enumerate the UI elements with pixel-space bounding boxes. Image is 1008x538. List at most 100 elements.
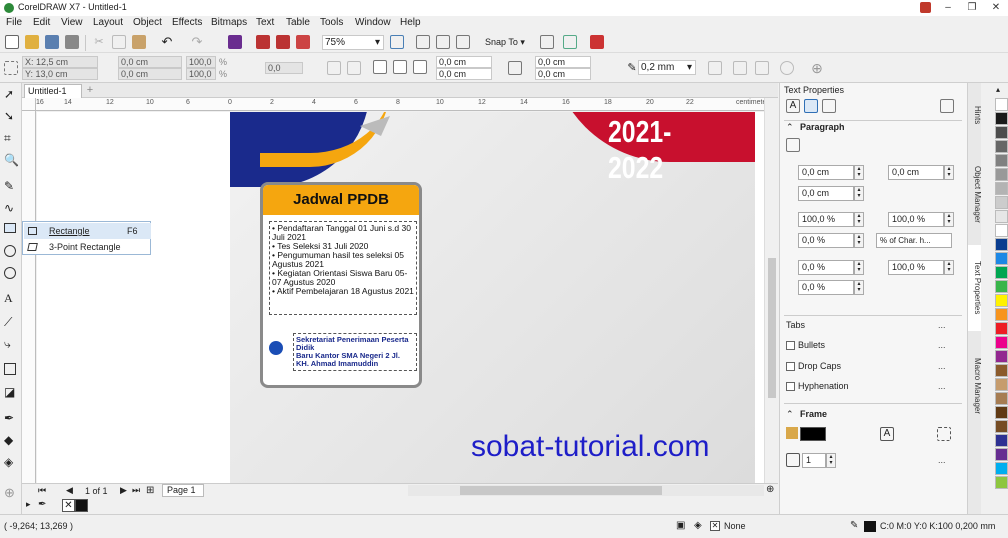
indent-spinner[interactable]: ▴ ▾ [944, 165, 954, 180]
drawing-canvas[interactable]: 2021-2022 Jadwal PPDB • Pendaftaran Tang… [37, 112, 764, 483]
vertical-ruler[interactable] [22, 111, 36, 483]
mirror-horizontal-icon[interactable] [327, 61, 341, 75]
char-spinner[interactable]: ▴ ▾ [944, 260, 954, 275]
export-icon[interactable] [276, 35, 290, 49]
vertical-scroll-thumb[interactable] [768, 258, 776, 398]
spacing-spinner[interactable]: ▴ ▾ [944, 212, 954, 227]
color-swatch[interactable] [995, 168, 1008, 181]
color-swatch[interactable] [995, 378, 1008, 391]
align-center-icon[interactable] [813, 138, 827, 152]
bullets-more-icon[interactable]: ... [938, 340, 946, 350]
panel-option-icon[interactable] [940, 99, 954, 113]
outline-pen-status-icon[interactable]: ✎ [850, 520, 858, 531]
paint-bucket-icon[interactable]: ◈ [694, 520, 702, 531]
scalloped-corner-icon[interactable] [393, 60, 407, 74]
connector-tool-icon[interactable]: ⤷ [4, 337, 18, 351]
eyedropper-small-icon[interactable]: ✒ [38, 499, 46, 510]
new-tab-icon[interactable]: + [84, 84, 96, 96]
cut-icon[interactable]: ✂ [92, 35, 106, 49]
color-swatch[interactable] [995, 364, 1008, 377]
frame-resize-icon[interactable] [937, 427, 951, 441]
corner-radius-top-left[interactable]: 0,0 cm [436, 56, 492, 68]
drop-shadow-icon[interactable] [4, 363, 16, 375]
docker-tab-hints[interactable]: Hints [968, 87, 982, 143]
to-front-icon[interactable] [733, 61, 747, 75]
parallel-dimension-icon[interactable]: ⟋ [4, 315, 18, 329]
freehand-tool-icon[interactable]: ✎ [4, 179, 18, 193]
add-icon[interactable]: ⊕ [810, 61, 824, 75]
search-content-icon[interactable] [228, 35, 242, 49]
poster-page[interactable]: 2021-2022 Jadwal PPDB • Pendaftaran Tang… [230, 112, 755, 483]
color-swatch[interactable] [995, 154, 1008, 167]
frame-collapse-icon[interactable]: ⌃ [786, 409, 794, 420]
polygon-tool-icon[interactable] [4, 267, 16, 279]
user-icon[interactable] [920, 2, 931, 13]
wrap-text-icon[interactable] [708, 61, 722, 75]
transparency-tool-icon[interactable]: ◪ [4, 385, 18, 399]
menu-bitmaps[interactable]: Bitmaps [211, 17, 247, 28]
indent-spinner[interactable]: ▴ ▾ [854, 186, 864, 201]
before-paragraph-spacing[interactable]: 100,0 % [798, 212, 854, 227]
prev-page-icon[interactable]: ◀ [66, 485, 73, 496]
menu-view[interactable]: View [61, 17, 83, 28]
menu-object[interactable]: Object [133, 17, 162, 28]
flyout-item-rectangle[interactable]: Rectangle F6 [24, 223, 151, 239]
close-button[interactable]: ✕ [984, 0, 1008, 16]
frame-tab-icon[interactable] [822, 99, 836, 113]
scale-height-field[interactable]: 100,0 [186, 68, 216, 80]
spacing-spinner[interactable]: ▴ ▾ [854, 212, 864, 227]
lock-corners-icon[interactable] [508, 61, 522, 75]
menu-edit[interactable]: Edit [33, 17, 50, 28]
frame-more-icon[interactable]: ... [938, 455, 946, 465]
paste-icon[interactable] [132, 35, 146, 49]
scale-width-field[interactable]: 100,0 [186, 56, 216, 68]
menu-text[interactable]: Text [256, 17, 274, 28]
width-field[interactable]: 0,0 cm [118, 56, 182, 68]
color-swatch[interactable] [995, 350, 1008, 363]
character-tab-icon[interactable]: A [786, 99, 800, 113]
paragraph-tab-icon[interactable] [804, 99, 818, 113]
document-tab[interactable]: Untitled-1 [24, 84, 82, 98]
first-page-icon[interactable]: ⏮ [38, 485, 46, 496]
schedule-card[interactable]: Jadwal PPDB • Pendaftaran Tanggal 01 Jun… [260, 182, 422, 388]
no-color-swatch[interactable]: ✕ [62, 499, 75, 512]
last-page-icon[interactable]: ⏭ [132, 485, 140, 496]
docker-tab-object-manager[interactable]: Object Manager [968, 149, 982, 239]
color-swatch[interactable] [995, 336, 1008, 349]
color-swatch[interactable] [995, 476, 1008, 489]
import-icon[interactable] [256, 35, 270, 49]
first-line-indent-field[interactable]: 0,0 cm [798, 165, 854, 180]
justify-full-icon[interactable] [863, 138, 877, 152]
print-icon[interactable] [65, 35, 79, 49]
after-paragraph-spacing[interactable]: 0,0 % [798, 233, 854, 248]
round-corner-icon[interactable] [373, 60, 387, 74]
new-document-icon[interactable] [5, 35, 19, 49]
rotation-angle-field[interactable]: 0,0 [265, 62, 303, 74]
menu-help[interactable]: Help [400, 17, 421, 28]
outline-color-swatch[interactable] [864, 521, 876, 532]
zoom-icon[interactable]: ⊕ [766, 484, 774, 495]
color-swatch[interactable] [995, 98, 1008, 111]
rectangle-tool-icon[interactable] [4, 223, 16, 233]
spacing-unit-select[interactable]: % of Char. h... [876, 233, 952, 248]
left-indent-field[interactable]: 0,0 cm [798, 186, 854, 201]
color-swatch[interactable] [995, 392, 1008, 405]
columns-field[interactable]: 1 [802, 453, 826, 468]
minimize-button[interactable]: – [936, 0, 960, 16]
horizontal-ruler[interactable]: 16 14 12 10 6 0 2 4 6 8 10 12 14 16 18 2… [36, 98, 772, 111]
columns-spinner[interactable]: ▴ ▾ [826, 453, 836, 468]
tabs-more-icon[interactable]: ... [938, 320, 946, 330]
pick-tool-icon[interactable]: ➚ [4, 87, 18, 101]
tabs-label[interactable]: Tabs [786, 320, 805, 330]
save-icon[interactable] [45, 35, 59, 49]
y-position-field[interactable]: Y: 13,0 cm [22, 68, 98, 80]
publish-pdf-icon[interactable] [296, 35, 310, 49]
palette-scroll-up-icon[interactable]: ▴ [996, 85, 1000, 94]
menu-layout[interactable]: Layout [93, 17, 123, 28]
justify-force-icon[interactable] [888, 138, 902, 152]
x-position-field[interactable]: X: 12,5 cm [22, 56, 98, 68]
show-grid-icon[interactable] [456, 35, 470, 49]
character-spacing-field[interactable]: 0,0 % [798, 260, 854, 275]
schedule-text-frame[interactable]: • Pendaftaran Tanggal 01 Juni s.d 30 Jul… [269, 221, 417, 315]
docker-tab-text-properties[interactable]: Text Properties [968, 245, 982, 331]
